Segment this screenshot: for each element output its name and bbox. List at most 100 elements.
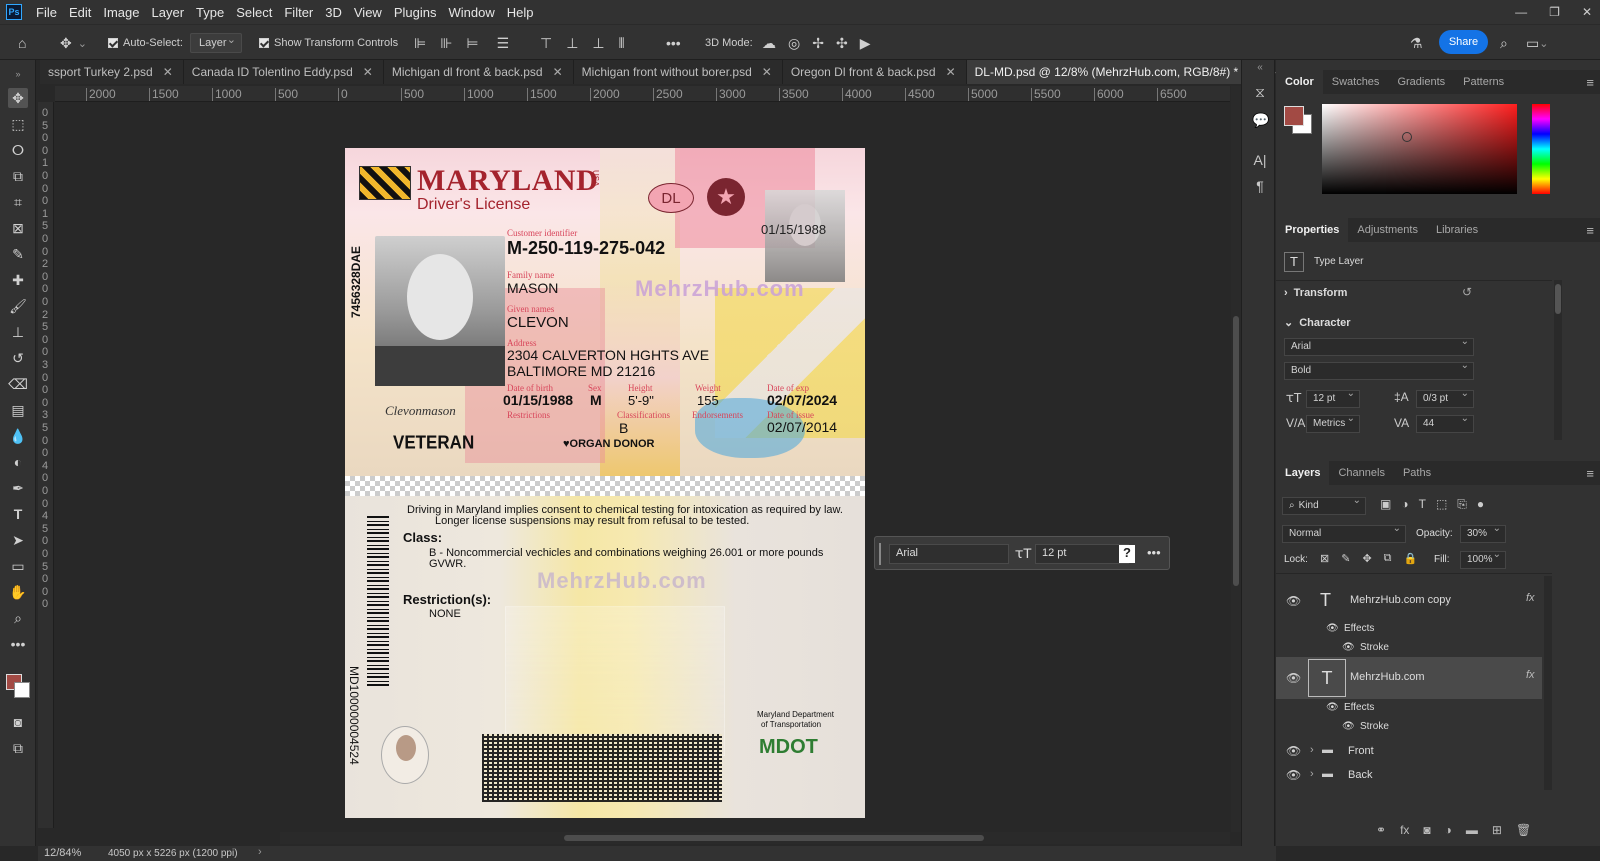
panel-menu-icon[interactable]: ≡	[1586, 466, 1594, 481]
menu-view[interactable]: View	[348, 5, 388, 20]
layer-effects[interactable]: 👁 Effects	[1276, 699, 1542, 717]
eraser-tool[interactable]: ⌫	[8, 374, 28, 394]
fg-color-swatch[interactable]	[1284, 106, 1304, 126]
tab-properties[interactable]: Properties	[1276, 218, 1349, 242]
dodge-tool[interactable]: ◐	[8, 452, 28, 472]
share-button[interactable]: Share	[1439, 30, 1488, 54]
character-section[interactable]: ⌄ Character	[1284, 316, 1351, 329]
tab-gradients[interactable]: Gradients	[1388, 70, 1454, 94]
healing-brush-tool[interactable]: ✚	[8, 270, 28, 290]
auto-select-checkbox[interactable]: Auto-Select:	[108, 33, 183, 53]
drag-handle[interactable]	[879, 543, 881, 565]
layer-group[interactable]: 👁 › ▬ Back	[1276, 764, 1542, 788]
opacity-input[interactable]: 30%	[1460, 523, 1506, 543]
tab-swatches[interactable]: Swatches	[1323, 70, 1389, 94]
layer-group[interactable]: 👁 › ▬ Front	[1276, 740, 1542, 764]
comments-icon[interactable]: 💬	[1252, 112, 1269, 128]
menu-plugins[interactable]: Plugins	[388, 5, 443, 20]
chevron-right-icon[interactable]: ›	[258, 846, 262, 858]
more-tools-icon[interactable]: •••	[8, 634, 28, 654]
menu-file[interactable]: File	[30, 5, 63, 20]
auto-select-dropdown[interactable]: Layer	[190, 31, 242, 53]
hue-slider[interactable]	[1532, 104, 1550, 194]
blend-mode-select[interactable]: Normal	[1282, 523, 1406, 543]
help-icon[interactable]: ?	[1119, 545, 1135, 563]
eyedropper-tool[interactable]: ✎	[8, 244, 28, 264]
layers-scrollbar[interactable]	[1544, 576, 1552, 790]
horizontal-scrollbar[interactable]	[280, 832, 1230, 844]
menu-edit[interactable]: Edit	[63, 5, 97, 20]
restore-icon[interactable]: ❐	[1549, 5, 1560, 19]
layer-filter-select[interactable]: ⌕ Kind	[1282, 495, 1366, 515]
show-transform-checkbox[interactable]: Show Transform Controls	[259, 33, 398, 53]
layer-effect-stroke[interactable]: 👁 Stroke	[1276, 639, 1542, 657]
mask-icon[interactable]: ◙	[1423, 823, 1430, 837]
layer-effects[interactable]: 👁 Effects	[1276, 620, 1542, 638]
close-icon[interactable]: ✕	[1582, 5, 1592, 19]
vertical-scrollbar[interactable]	[1231, 86, 1241, 832]
background-color-swatch[interactable]	[14, 682, 30, 698]
font-family-dropdown[interactable]: Arial	[889, 544, 1009, 564]
color-field[interactable]	[1322, 104, 1517, 194]
more-options-icon[interactable]: •••	[666, 33, 681, 53]
transform-section[interactable]: › Transform	[1284, 287, 1347, 299]
lasso-tool[interactable]: ⵔ	[8, 140, 28, 160]
layer-item[interactable]: 👁 T MehrzHub.com copy fx	[1276, 580, 1542, 622]
history-icon[interactable]: ⧖	[1252, 84, 1268, 100]
tab-patterns[interactable]: Patterns	[1454, 70, 1513, 94]
collapse-icon[interactable]: «	[1252, 62, 1268, 78]
search-icon[interactable]: ⌕	[1500, 33, 1508, 53]
panel-menu-icon[interactable]: ≡	[1586, 75, 1594, 90]
menu-3d[interactable]: 3D	[319, 5, 348, 20]
menu-layer[interactable]: Layer	[146, 5, 191, 20]
zoom-tool[interactable]: ⌕	[8, 608, 28, 628]
panel-menu-icon[interactable]: ≡	[1586, 223, 1594, 238]
marquee-tool[interactable]: ⬚	[8, 114, 28, 134]
menu-select[interactable]: Select	[230, 5, 278, 20]
move-tool[interactable]: ✥	[8, 88, 28, 108]
frame-tool[interactable]: ⊠	[8, 218, 28, 238]
new-group-icon[interactable]: ▬	[1466, 823, 1478, 837]
gradient-tool[interactable]: ▤	[8, 400, 28, 420]
tab-adjustments[interactable]: Adjustments	[1348, 218, 1427, 242]
adjustment-icon[interactable]: ◑	[1445, 823, 1452, 837]
properties-scrollbar[interactable]	[1554, 280, 1562, 440]
reset-transform-icon[interactable]: ↺	[1462, 285, 1472, 299]
tracking-select[interactable]: 44	[1416, 413, 1474, 433]
lock-buttons[interactable]: ⊠ ✎ ✥ ⧉ 🔒	[1320, 552, 1417, 565]
type-tool[interactable]: T	[8, 504, 28, 524]
crop-tool[interactable]: ⌗	[8, 192, 28, 212]
kerning-select[interactable]: Metrics	[1306, 413, 1360, 433]
blur-tool[interactable]: 💧	[8, 426, 28, 446]
eye-icon[interactable]: 👁	[1286, 594, 1301, 608]
eye-icon[interactable]: 👁	[1286, 768, 1301, 782]
layer-filter-buttons[interactable]: ▣ ◑ T ⬚ ⎘ ●	[1380, 497, 1484, 512]
tab-paths[interactable]: Paths	[1394, 461, 1440, 485]
menu-image[interactable]: Image	[97, 5, 145, 20]
menu-window[interactable]: Window	[442, 5, 500, 20]
tab-oregon[interactable]: Oregon Dl front & back.psd ✕	[782, 60, 967, 84]
eye-icon[interactable]: 👁	[1286, 671, 1301, 685]
tab-dl-md[interactable]: DL-MD.psd @ 12/8% (MehrzHub.com, RGB/8#)…	[966, 60, 1270, 84]
collapse-icon[interactable]: »	[8, 64, 28, 84]
fill-input[interactable]: 100%	[1460, 549, 1506, 569]
minimize-icon[interactable]: —	[1515, 5, 1527, 19]
font-size-dropdown[interactable]: 12 pt	[1035, 544, 1129, 564]
fx-icon[interactable]: fx	[1400, 823, 1409, 837]
rectangle-tool[interactable]: ▭	[8, 556, 28, 576]
paragraph-icon[interactable]: ¶	[1252, 178, 1268, 194]
home-icon[interactable]: ⌂	[18, 33, 26, 53]
tab-channels[interactable]: Channels	[1329, 461, 1393, 485]
tab-passport-turkey[interactable]: ssport Turkey 2.psd ✕	[40, 60, 184, 84]
tab-layers[interactable]: Layers	[1276, 461, 1330, 485]
align-buttons[interactable]: ⊫ ⊪ ⊨ ☰	[414, 33, 509, 53]
tab-libraries[interactable]: Libraries	[1427, 218, 1487, 242]
workspace-icon[interactable]: ▭ ⌄	[1526, 33, 1548, 53]
eye-icon[interactable]: 👁	[1286, 744, 1301, 758]
license-document[interactable]: MARYLAND USA Driver's License DL ★ 01/15…	[345, 148, 865, 818]
tab-color[interactable]: Color	[1276, 70, 1323, 94]
zoom-level[interactable]: 12/84%	[44, 847, 81, 859]
tab-michigan-front[interactable]: Michigan front without borer.psd ✕	[573, 60, 783, 84]
quick-mask-icon[interactable]: ◙	[8, 712, 28, 732]
font-size-select[interactable]: 12 pt	[1306, 388, 1360, 408]
